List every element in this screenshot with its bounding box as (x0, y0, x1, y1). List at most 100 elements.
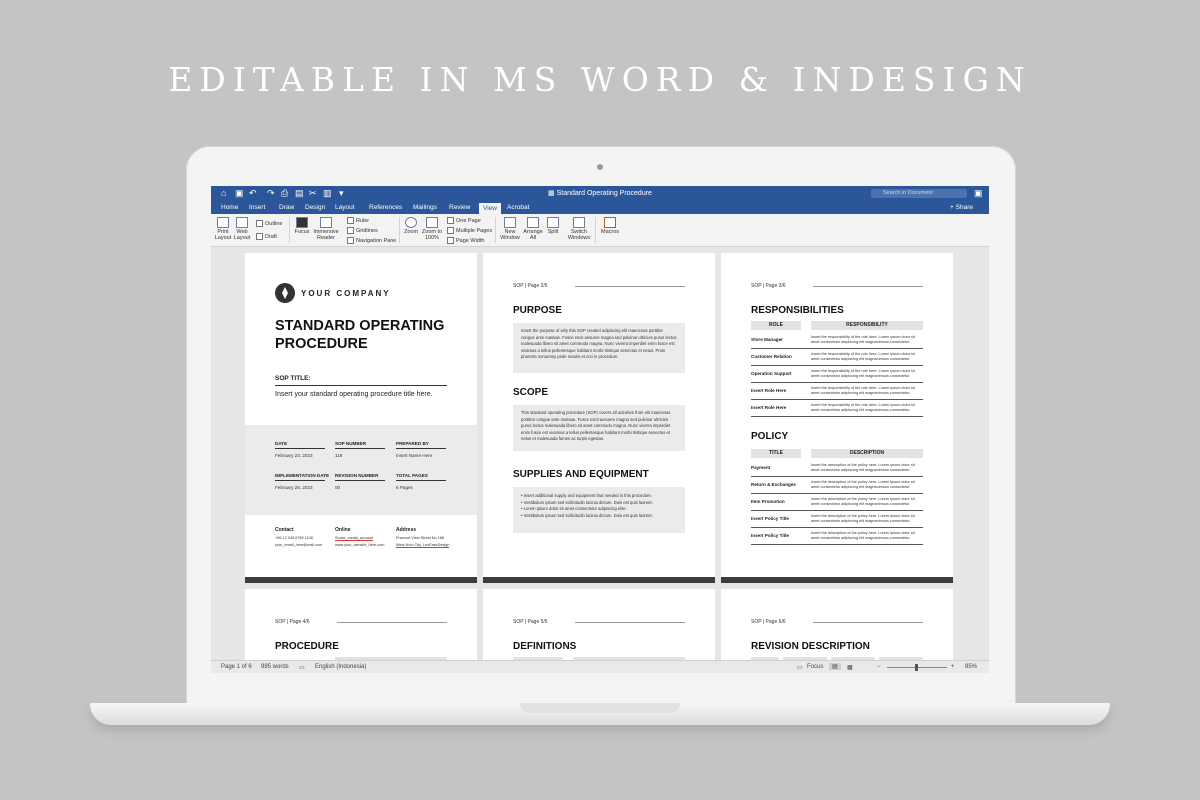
divider (275, 480, 325, 481)
zoom-100-button[interactable]: Zoom to 100% (421, 217, 443, 241)
switch-windows-icon (573, 217, 585, 228)
contact-email: your_email_here@mail.com (275, 543, 323, 547)
split-button[interactable]: Split (545, 217, 561, 235)
language-status[interactable]: English (Indonesia) (315, 664, 366, 670)
focus-button[interactable]: Focus (293, 217, 311, 235)
arrange-all-button[interactable]: Arrange All (523, 217, 543, 241)
tab-draw[interactable]: Draw (279, 204, 294, 211)
switch-windows-button[interactable]: Switch Windows (567, 217, 591, 241)
outline-button[interactable]: Outline (256, 220, 282, 227)
scope-text: This standard operating procedure (SOP) … (521, 410, 671, 441)
sop-title-label: SOP TITLE: (275, 375, 311, 382)
table-row-divider (751, 348, 923, 349)
immersive-reader-button[interactable]: Immersive Reader (313, 217, 339, 241)
cover-page[interactable]: YOUR COMPANY STANDARD OPERATING PROCEDUR… (245, 253, 477, 583)
split-icon (547, 217, 559, 228)
tab-layout[interactable]: Layout (335, 204, 355, 211)
info-panel (245, 425, 477, 515)
web-layout-button[interactable]: Web Layout (233, 217, 251, 241)
page-3[interactable]: SOP | Page 3/6 RESPONSIBILITIES ROLE RES… (721, 253, 953, 583)
share-button[interactable]: + Share (950, 204, 973, 211)
page-count[interactable]: Page 1 of 6 (221, 664, 252, 670)
table-row-divider (751, 365, 923, 366)
table-row-title: Insert Role Here (751, 405, 787, 410)
immersive-reader-icon (320, 217, 332, 228)
purpose-heading: PURPOSE (513, 305, 562, 316)
total-pages-label: TOTAL PAGES (396, 473, 428, 478)
page-number: SOP | Page 2/6 (513, 283, 548, 289)
one-page-button[interactable]: One Page (447, 217, 481, 224)
print-layout-button[interactable]: Print Layout (214, 217, 232, 241)
gridlines-checkbox[interactable]: Gridlines (347, 227, 378, 234)
proofing-icon[interactable]: ▭ (299, 664, 305, 671)
zoom-out-icon[interactable]: − (877, 664, 881, 670)
page-number: SOP | Page 5/6 (513, 619, 548, 625)
multiple-pages-button[interactable]: Multiple Pages (447, 227, 492, 234)
list-item-text: Vestibulum ipsum sed sollicitudin lacini… (523, 499, 653, 505)
address-line2: West Nulo City, LeoFaseDesign (396, 543, 450, 548)
word-count[interactable]: 985 words (261, 664, 289, 670)
table-row-text: Insert the responsibility of the role he… (811, 403, 915, 412)
divider (396, 480, 446, 481)
ruler-check-icon (347, 217, 354, 224)
focus-icon (296, 217, 308, 228)
divider (337, 622, 447, 623)
sop-title-value: Insert your standard operating procedure… (275, 391, 433, 398)
page-6[interactable]: SOP | Page 6/6 REVISION DESCRIPTION (721, 589, 953, 660)
tab-acrobat[interactable]: Acrobat (507, 204, 529, 211)
search-input[interactable]: Search in Document (871, 189, 967, 198)
ribbon-separator (595, 217, 596, 243)
macros-button[interactable]: Macros (599, 217, 621, 235)
table-row-text: Insert the responsibility of the role he… (811, 335, 915, 344)
contact-phone: +85 12 345 6789 1108 (275, 536, 313, 540)
document-workspace[interactable]: YOUR COMPANY STANDARD OPERATING PROCEDUR… (211, 247, 989, 660)
new-window-button[interactable]: New Window (499, 217, 521, 241)
page-5[interactable]: SOP | Page 5/6 DEFINITIONS (483, 589, 715, 660)
divider (275, 385, 447, 386)
table-row-text: Insert the description of the policy her… (811, 480, 915, 489)
tab-insert[interactable]: Insert (249, 204, 265, 211)
profile-icon[interactable]: ▣ (974, 188, 983, 199)
table-row-text: Insert the responsibility of the role he… (811, 369, 915, 378)
list-item-text: Vestibulum ipsum sed sollicitudin lacini… (523, 512, 653, 518)
address-label: Address (396, 527, 417, 533)
draft-button[interactable]: Draft (256, 233, 277, 240)
page-width-button[interactable]: Page Width (447, 237, 484, 244)
word-doc-icon: ▦ (548, 190, 557, 197)
page-4[interactable]: SOP | Page 4/6 PROCEDURE (245, 589, 477, 660)
revision-number-value: 00 (335, 485, 341, 490)
ruler-checkbox[interactable]: Ruler (347, 217, 369, 224)
date-value: February 23, 2023 (275, 453, 313, 458)
navigation-pane-checkbox[interactable]: Navigation Pane (347, 237, 396, 244)
zoom-level[interactable]: 85% (965, 664, 977, 670)
tab-home[interactable]: Home (221, 204, 238, 211)
table-row-title: Insert Policy Title (751, 533, 789, 538)
focus-status[interactable]: Focus (807, 664, 823, 670)
zoom-button[interactable]: Zoom (403, 217, 419, 235)
ribbon: Print Layout Web Layout Outline Draft Fo… (211, 214, 989, 247)
web-layout-view-icon[interactable]: ▦ (847, 664, 853, 671)
page-title: STANDARD OPERATING PROCEDURE (275, 318, 445, 352)
focus-mode-icon[interactable]: ▭ (797, 664, 803, 671)
page-2[interactable]: SOP | Page 2/6 PURPOSE Insert the purpos… (483, 253, 715, 583)
procedure-heading: PROCEDURE (275, 641, 339, 652)
ribbon-separator (495, 217, 496, 243)
divider (813, 286, 923, 287)
supplies-list: • Insert additional supply and equipment… (521, 493, 677, 519)
prepared-by-label: PREPARED BY (396, 441, 429, 446)
zoom-slider-handle[interactable] (915, 664, 918, 671)
list-item: • Vestibulum ipsum sed sollicitudin laci… (521, 513, 677, 520)
online-site: www.your_website_here.com (335, 543, 385, 547)
table-row-divider (751, 493, 923, 494)
tab-references[interactable]: References (369, 204, 402, 211)
sop-number-label: SOP NUMBER (335, 441, 367, 446)
policy-heading: POLICY (751, 431, 789, 442)
zoom-in-icon[interactable]: + (951, 664, 955, 670)
print-layout-view-icon[interactable]: ▤ (829, 663, 841, 670)
tab-review[interactable]: Review (449, 204, 470, 211)
tab-view[interactable]: View (479, 203, 501, 214)
tab-mailings[interactable]: Mailings (413, 204, 437, 211)
tab-design[interactable]: Design (305, 204, 325, 211)
table-row-divider (751, 399, 923, 400)
company-logo-icon (275, 283, 295, 303)
